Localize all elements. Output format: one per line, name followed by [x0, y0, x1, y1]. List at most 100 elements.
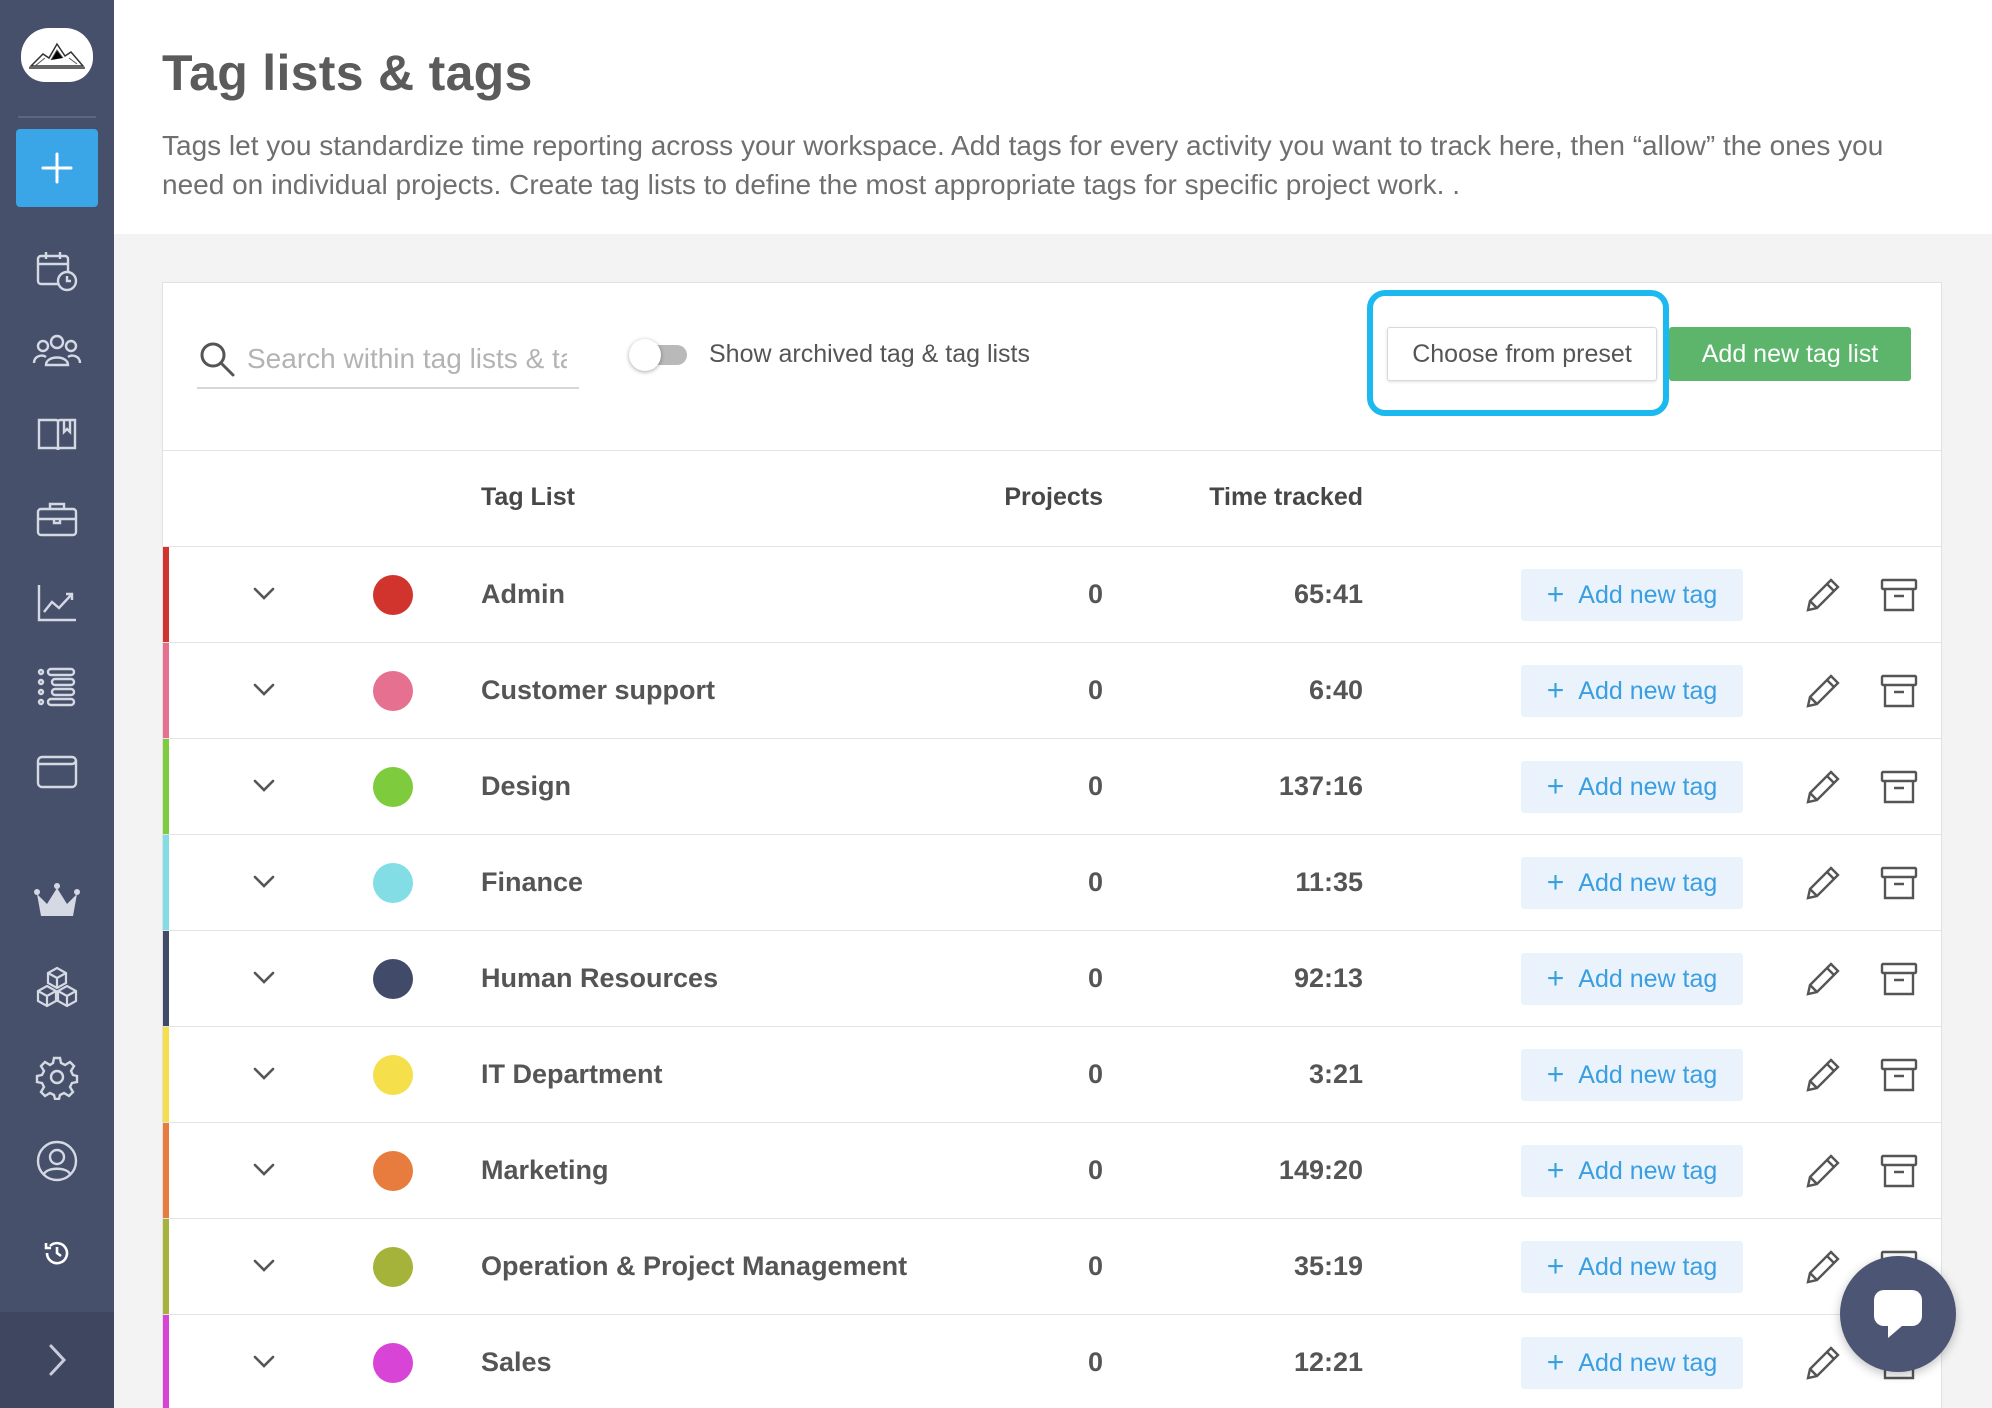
- add-new-tag-button[interactable]: + Add new tag: [1521, 1145, 1743, 1197]
- search-icon: [200, 342, 235, 377]
- tag-list-name: Design: [481, 771, 572, 801]
- expand-row-button[interactable]: [247, 865, 281, 899]
- sidebar-item-tasks[interactable]: [30, 660, 84, 714]
- tag-list-rows: Admin 0 65:41 + Add new tag Customer supp…: [163, 547, 1941, 1408]
- chart-icon: [37, 585, 76, 622]
- expand-row-button[interactable]: [247, 961, 281, 995]
- chevron-down-icon: [253, 1355, 275, 1368]
- tag-list-color-dot: [373, 959, 413, 999]
- add-new-tag-button[interactable]: + Add new tag: [1521, 953, 1743, 1005]
- archive-tag-list-button[interactable]: [1879, 863, 1919, 903]
- sidebar-item-billing[interactable]: [30, 744, 84, 798]
- sidebar-item-timesheet[interactable]: [30, 244, 84, 298]
- sidebar-item-team[interactable]: [30, 324, 84, 378]
- tag-list-color-dot: [373, 575, 413, 615]
- sidebar-expand-button[interactable]: [0, 1312, 114, 1408]
- archive-tag-list-button[interactable]: [1879, 575, 1919, 615]
- workspace-logo[interactable]: [21, 28, 93, 82]
- search-input[interactable]: [247, 343, 567, 375]
- tag-list-name: Admin: [481, 579, 565, 609]
- edit-tag-list-button[interactable]: [1803, 575, 1843, 615]
- expand-row-button[interactable]: [247, 769, 281, 803]
- time-tracked: 11:35: [1295, 867, 1363, 897]
- sidebar-item-upgrade[interactable]: [30, 876, 84, 930]
- table-row[interactable]: Human Resources 0 92:13 + Add new tag: [163, 931, 1941, 1027]
- edit-tag-list-button[interactable]: [1803, 863, 1843, 903]
- time-tracked: 149:20: [1278, 1155, 1363, 1185]
- edit-tag-list-button[interactable]: [1803, 767, 1843, 807]
- edit-tag-list-button[interactable]: [1803, 1151, 1843, 1191]
- quick-add-button[interactable]: [16, 129, 98, 207]
- row-color-bar: [163, 1123, 169, 1218]
- gear-icon: [35, 1056, 79, 1100]
- tag-list-name: IT Department: [481, 1059, 663, 1089]
- archive-tag-list-button[interactable]: [1879, 1151, 1919, 1191]
- add-new-tag-button[interactable]: + Add new tag: [1521, 857, 1743, 909]
- expand-row-button[interactable]: [247, 577, 281, 611]
- archive-icon: [1880, 674, 1918, 708]
- archive-tag-list-button[interactable]: [1879, 767, 1919, 807]
- sidebar-item-history[interactable]: [30, 1226, 84, 1280]
- table-row[interactable]: Finance 0 11:35 + Add new tag: [163, 835, 1941, 931]
- table-row[interactable]: IT Department 0 3:21 + Add new tag: [163, 1027, 1941, 1123]
- choose-from-preset-button[interactable]: Choose from preset: [1387, 327, 1657, 381]
- edit-tag-list-button[interactable]: [1803, 1247, 1843, 1287]
- pencil-icon: [1806, 1346, 1840, 1380]
- column-header-time-tracked[interactable]: Time tracked: [1209, 483, 1363, 512]
- column-header-projects[interactable]: Projects: [1004, 483, 1103, 512]
- expand-row-button[interactable]: [247, 1057, 281, 1091]
- time-tracked: 137:16: [1278, 771, 1363, 801]
- toolbar: Show archived tag & tag lists Choose fro…: [163, 283, 1941, 451]
- edit-tag-list-button[interactable]: [1803, 1343, 1843, 1383]
- chat-icon: [1874, 1290, 1922, 1338]
- table-row[interactable]: Operation & Project Management 0 35:19 +…: [163, 1219, 1941, 1315]
- chevron-down-icon: [253, 1163, 275, 1176]
- add-new-tag-label: Add new tag: [1578, 1156, 1718, 1185]
- wallet-icon: [36, 755, 78, 789]
- toggle-knob: [629, 339, 661, 371]
- sidebar-item-settings[interactable]: [30, 1050, 84, 1104]
- time-tracked: 12:21: [1293, 1347, 1363, 1377]
- add-new-tag-label: Add new tag: [1578, 1060, 1718, 1089]
- add-new-tag-button[interactable]: + Add new tag: [1521, 665, 1743, 717]
- archive-tag-list-button[interactable]: [1879, 959, 1919, 999]
- show-archived-toggle[interactable]: [629, 337, 689, 371]
- expand-row-button[interactable]: [247, 1345, 281, 1379]
- projects-count: 0: [1087, 867, 1103, 897]
- edit-tag-list-button[interactable]: [1803, 959, 1843, 999]
- pencil-icon: [1806, 770, 1840, 804]
- table-row[interactable]: Design 0 137:16 + Add new tag: [163, 739, 1941, 835]
- sidebar-item-integrations[interactable]: [30, 960, 84, 1014]
- add-new-tag-button[interactable]: + Add new tag: [1521, 1049, 1743, 1101]
- add-new-tag-button[interactable]: + Add new tag: [1521, 1241, 1743, 1293]
- add-new-tag-button[interactable]: + Add new tag: [1521, 1337, 1743, 1389]
- chat-launcher-button[interactable]: [1840, 1256, 1956, 1372]
- archive-tag-list-button[interactable]: [1879, 671, 1919, 711]
- table-row[interactable]: Customer support 0 6:40 + Add new tag: [163, 643, 1941, 739]
- projects-count: 0: [1087, 1251, 1103, 1281]
- table-row[interactable]: Marketing 0 149:20 + Add new tag: [163, 1123, 1941, 1219]
- tag-list-name: Marketing: [481, 1155, 609, 1185]
- edit-tag-list-button[interactable]: [1803, 1055, 1843, 1095]
- tag-list-color-dot: [373, 1343, 413, 1383]
- sidebar-item-projects[interactable]: [30, 408, 84, 462]
- expand-row-button[interactable]: [247, 1249, 281, 1283]
- table-row[interactable]: Admin 0 65:41 + Add new tag: [163, 547, 1941, 643]
- add-new-tag-list-button[interactable]: Add new tag list: [1669, 327, 1911, 381]
- add-new-tag-button[interactable]: + Add new tag: [1521, 761, 1743, 813]
- chevron-down-icon: [253, 1067, 275, 1080]
- table-row[interactable]: Sales 0 12:21 + Add new tag: [163, 1315, 1941, 1408]
- edit-tag-list-button[interactable]: [1803, 671, 1843, 711]
- column-header-tag-list[interactable]: Tag List: [481, 483, 575, 512]
- archive-icon: [1880, 578, 1918, 612]
- archive-tag-list-button[interactable]: [1879, 1055, 1919, 1095]
- expand-row-button[interactable]: [247, 673, 281, 707]
- sidebar-item-clients[interactable]: [30, 492, 84, 546]
- briefcase-icon: [36, 502, 78, 537]
- add-new-tag-button[interactable]: + Add new tag: [1521, 569, 1743, 621]
- plus-icon: +: [1546, 770, 1565, 803]
- sidebar-item-profile[interactable]: [30, 1134, 84, 1188]
- sidebar-item-reports[interactable]: [30, 576, 84, 630]
- expand-row-button[interactable]: [247, 1153, 281, 1187]
- time-tracked: 35:19: [1293, 1251, 1363, 1281]
